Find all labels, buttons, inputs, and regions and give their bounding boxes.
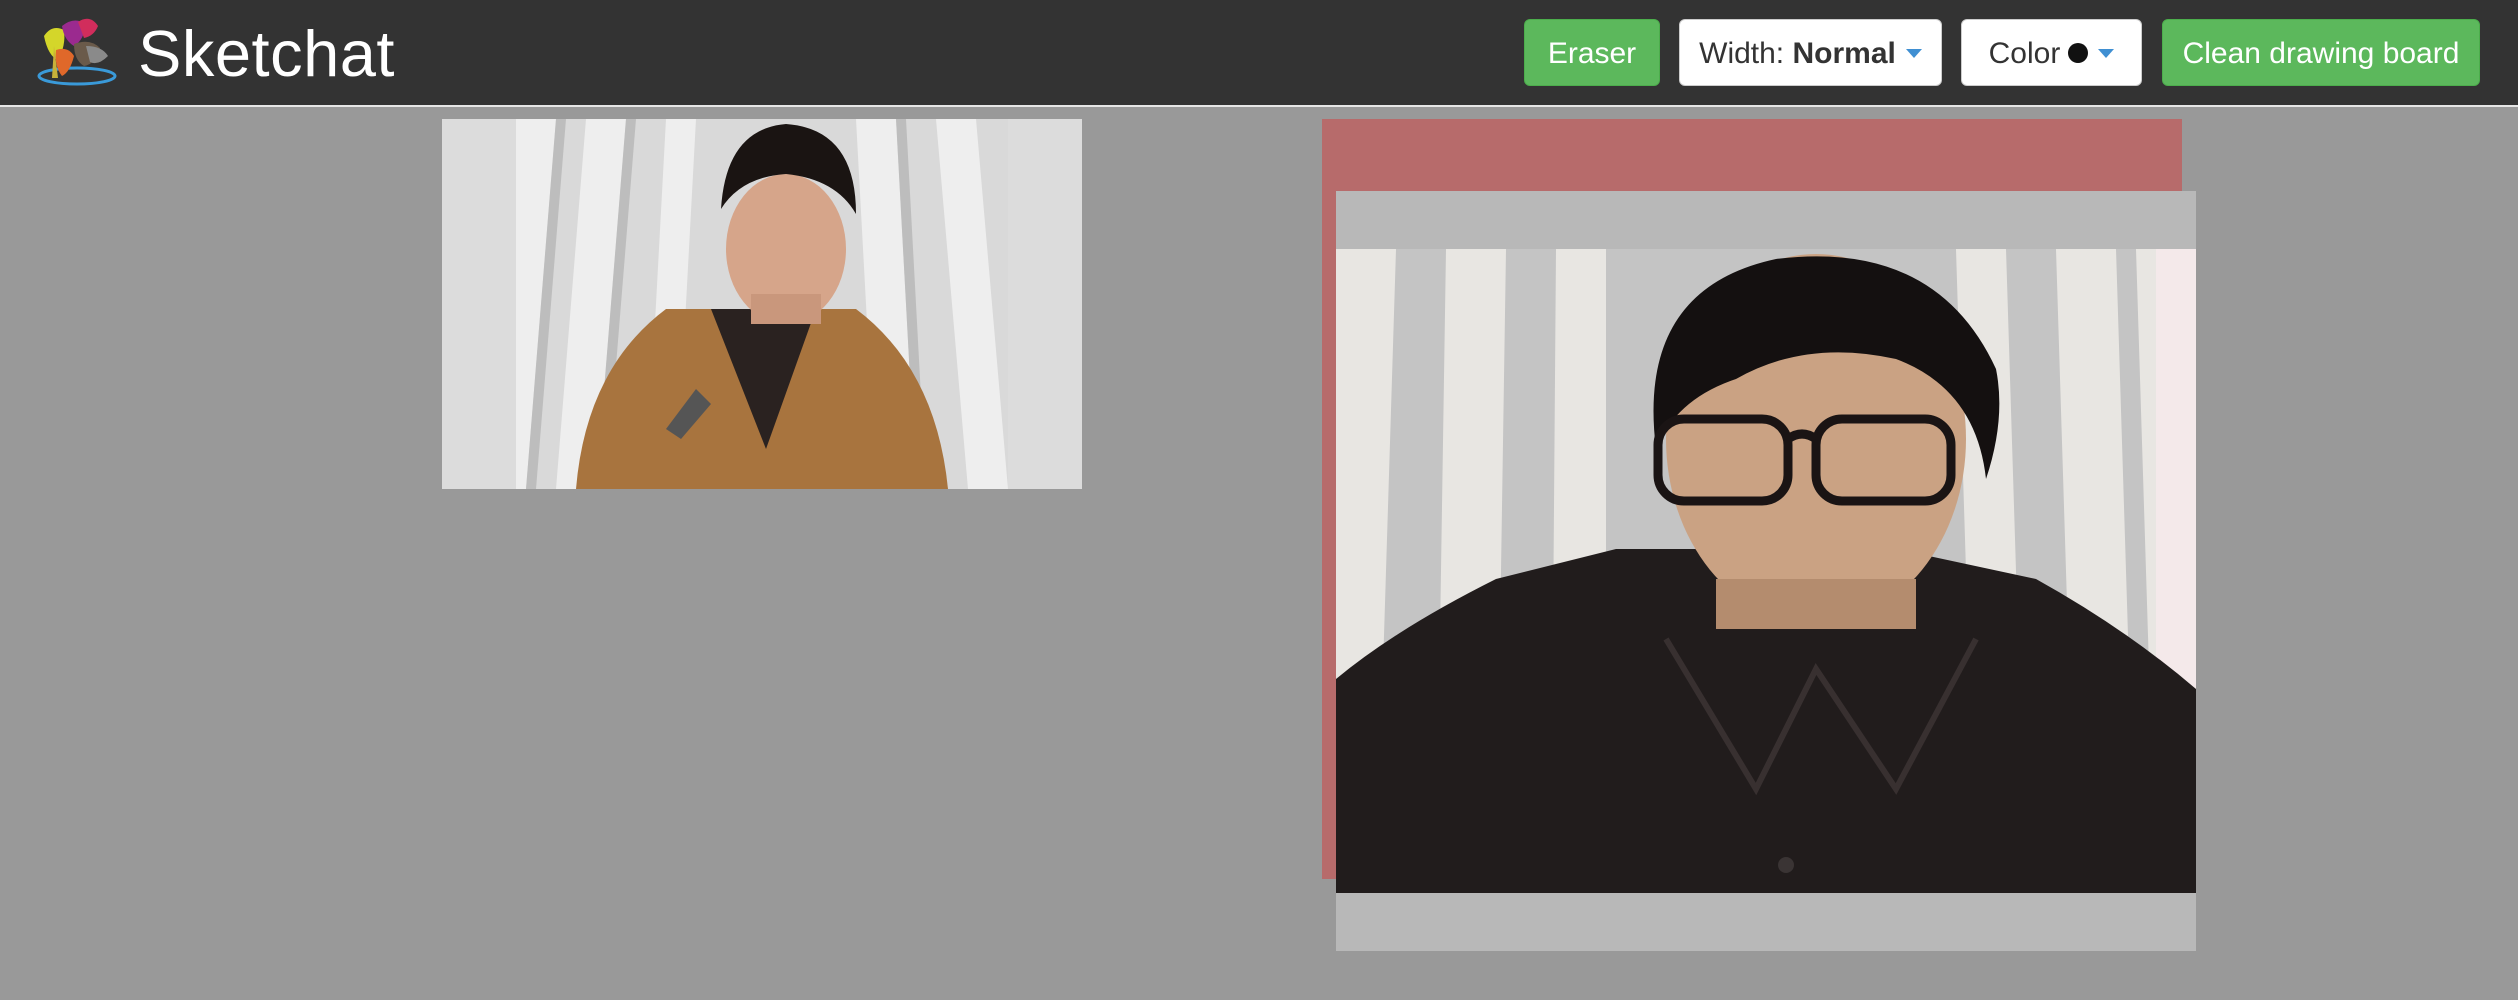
width-dropdown-value: Normal xyxy=(1792,37,1896,70)
color-dropdown[interactable]: Color xyxy=(1961,19,2142,86)
remote-video xyxy=(1336,249,2196,893)
eraser-button[interactable]: Eraser xyxy=(1524,19,1660,86)
remote-video-canvas[interactable] xyxy=(1336,191,2196,951)
app-title: Sketchat xyxy=(138,17,395,90)
clean-drawing-board-button[interactable]: Clean drawing board xyxy=(2162,19,2480,86)
color-swatch-icon xyxy=(2068,42,2089,63)
chevron-down-icon xyxy=(2098,48,2115,58)
width-dropdown-prefix: Width: xyxy=(1699,37,1785,70)
clean-drawing-board-label: Clean drawing board xyxy=(2182,37,2460,70)
local-video-image xyxy=(516,119,1008,489)
color-dropdown-label: Color xyxy=(1988,37,2061,70)
navbar: Sketchat Eraser Width: Normal Color Clea… xyxy=(0,0,2518,107)
brand[interactable]: Sketchat xyxy=(34,16,395,91)
remote-video-image xyxy=(1336,249,2196,893)
local-video-panel xyxy=(442,119,1082,489)
paint-splash-logo-icon xyxy=(37,18,117,86)
eraser-button-label: Eraser xyxy=(1547,37,1637,70)
width-dropdown[interactable]: Width: Normal xyxy=(1679,19,1942,86)
local-video xyxy=(516,119,1008,489)
chevron-down-icon xyxy=(1905,48,1922,58)
